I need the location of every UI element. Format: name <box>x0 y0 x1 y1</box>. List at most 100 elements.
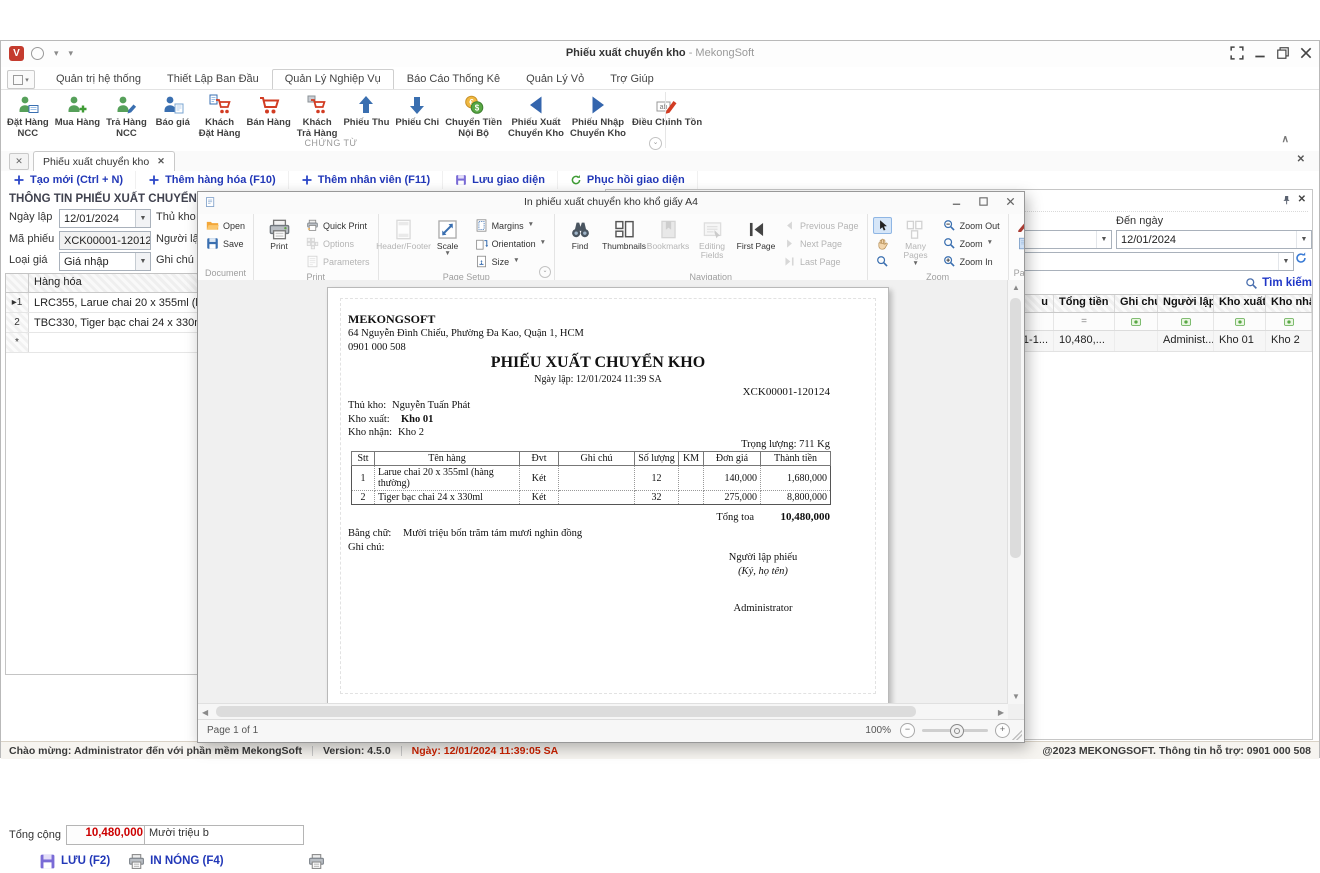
results-grid-filter-cell[interactable] <box>1266 313 1312 330</box>
chevron-down-icon[interactable]: ▼ <box>135 253 150 270</box>
dialog-maximize-icon[interactable] <box>978 196 989 207</box>
form-combo-1[interactable]: 12/01/2024▼ <box>59 209 151 228</box>
ribbon-button-8[interactable]: Phiếu Thu <box>340 91 392 129</box>
chevron-down-icon[interactable]: ▼ <box>1096 231 1111 248</box>
dialog-close-icon[interactable] <box>1005 196 1016 207</box>
collapse-ribbon-icon[interactable]: ∧ <box>1282 134 1289 145</box>
ribbon-button-1[interactable]: Đặt Hàng NCC <box>4 91 52 140</box>
toolbar-button-first-page[interactable]: First Page <box>734 216 778 271</box>
main-content: THÔNG TIN PHIẾU XUẤT CHUYỂN KHO Ngày lập… <box>1 189 1319 741</box>
zoom-slider[interactable] <box>922 729 988 732</box>
to-date-picker[interactable]: 12/01/2024 ▼ <box>1116 230 1312 249</box>
ribbon-button-6[interactable]: Bán Hàng <box>243 91 293 129</box>
scroll-down-icon[interactable]: ▼ <box>1012 692 1020 701</box>
toolbar-button-hand[interactable] <box>873 235 892 252</box>
resize-grip[interactable] <box>1012 730 1022 740</box>
zoom-slider-knob[interactable] <box>950 724 964 738</box>
ribbon-button-7[interactable]: Khách Trả Hàng <box>294 91 341 140</box>
results-grid-filter-cell[interactable] <box>1214 313 1266 330</box>
toolbar-button-orientation[interactable]: Orientation▼ <box>472 235 549 252</box>
toolbar-button-pointer[interactable] <box>873 217 892 234</box>
ribbon-tab-5[interactable]: Quản Lý Vỏ <box>513 69 597 89</box>
panel-close-icon[interactable]: ✕ <box>1298 194 1306 205</box>
ribbon-tab-2[interactable]: Thiết Lập Ban Đầu <box>154 69 272 89</box>
restore-button[interactable] <box>1276 47 1290 59</box>
pin-icon[interactable] <box>1281 195 1292 206</box>
ribbon-tab-4[interactable]: Báo Cáo Thống Kê <box>394 69 513 89</box>
horizontal-scroll-thumb[interactable] <box>216 706 916 717</box>
doc-note-label: Ghi chú: <box>348 542 384 553</box>
linkbar-item-1[interactable]: Tạo mới (Ctrl + N) <box>1 171 136 189</box>
ribbon-button-3[interactable]: Trả Hàng NCC <box>103 91 150 140</box>
results-grid-header[interactable]: Tổng tiền <box>1054 295 1115 312</box>
toolbar-button-save[interactable]: Save <box>203 235 248 252</box>
chevron-down-icon[interactable]: ▼ <box>1296 231 1311 248</box>
minimize-button[interactable] <box>1253 47 1267 59</box>
toolbar-button-zoom-in[interactable]: Zoom In <box>940 253 1003 270</box>
ribbon-tab-3[interactable]: Quản Lý Nghiệp Vụ <box>272 69 394 89</box>
app-menu-button[interactable]: ▾ <box>7 70 35 89</box>
document-tab-active[interactable]: Phiếu xuất chuyển kho ✕ <box>33 151 175 171</box>
ribbon-group-launcher-icon[interactable]: ⌄ <box>649 137 662 150</box>
action-button-1[interactable]: LƯU (F2) <box>39 853 110 870</box>
document-tab-close-icon[interactable]: ✕ <box>157 156 165 167</box>
ribbon-button-13[interactable]: abĐiều Chỉnh Tồn <box>629 91 705 129</box>
ribbon-button-11[interactable]: Phiếu Xuất Chuyển Kho <box>505 91 567 140</box>
toolbar-button-size[interactable]: Size▼ <box>472 253 549 270</box>
results-grid-header[interactable]: Ghi chú <box>1115 295 1158 312</box>
toolbar-button-pagecolor[interactable] <box>1014 235 1024 252</box>
form-input-2[interactable]: XCK00001-120124 <box>59 231 151 250</box>
zoom-out-icon[interactable]: − <box>900 723 915 738</box>
ribbon-button-5[interactable]: Khách Đặt Hàng <box>196 91 244 140</box>
toolbar-button-print[interactable]: Print <box>257 216 301 271</box>
ribbon-button-12[interactable]: Phiếu Nhập Chuyển Kho <box>567 91 629 140</box>
scroll-up-icon[interactable]: ▲ <box>1012 283 1020 292</box>
refresh-icon[interactable] <box>1294 251 1308 265</box>
chevron-down-icon[interactable]: ▼ <box>135 210 150 227</box>
toolbar-button-margins[interactable]: Margins▼ <box>472 217 549 234</box>
ribbon-button-10[interactable]: €$Chuyển Tiền Nội Bộ <box>442 91 505 140</box>
linkbar-item-5[interactable]: Phục hồi giao diện <box>558 171 698 189</box>
results-grid-header[interactable]: Người lập <box>1158 295 1214 312</box>
ribbon-button-4[interactable]: Báo giá <box>150 91 196 129</box>
group-launcher-icon[interactable]: ⌄ <box>539 266 551 278</box>
toolbar-button-watermark[interactable]: ▼ <box>1014 217 1024 234</box>
toolbar-button-scale[interactable]: Scale▼ <box>426 216 470 271</box>
toolbar-button-quick-print[interactable]: Quick Print <box>303 217 373 234</box>
toolbar-button-open[interactable]: Open <box>203 217 248 234</box>
action-button-2[interactable]: IN NÓNG (F4) <box>128 853 223 870</box>
linkbar-item-4[interactable]: Lưu giao diện <box>443 171 558 189</box>
doc-table-cell: Két <box>520 466 559 491</box>
tabstrip-close-right-icon[interactable]: ✕ <box>1297 154 1305 165</box>
toolbar-button-find[interactable]: Find <box>558 216 602 271</box>
linkbar-item-3[interactable]: Thêm nhân viên (F11) <box>289 171 443 189</box>
zoom-in-icon[interactable]: + <box>995 723 1010 738</box>
fullscreen-button[interactable] <box>1230 47 1244 59</box>
linkbar-item-2[interactable]: Thêm hàng hóa (F10) <box>136 171 289 189</box>
close-button[interactable] <box>1299 47 1313 59</box>
toolbar-button-zoom[interactable]: Zoom▼ <box>940 235 1003 252</box>
search-button[interactable]: Tìm kiếm <box>1228 274 1312 292</box>
toolbar-button-thumbnails[interactable]: Thumbnails <box>602 216 646 271</box>
ribbon-button-9[interactable]: Phiếu Chi <box>392 91 442 129</box>
chevron-down-icon[interactable]: ▼ <box>1278 253 1293 270</box>
scroll-left-icon[interactable]: ◀ <box>202 708 208 717</box>
ribbon-tab-6[interactable]: Trợ Giúp <box>597 69 666 89</box>
results-grid-filter-cell[interactable] <box>1115 313 1158 330</box>
results-grid-filter-cell[interactable] <box>1158 313 1214 330</box>
results-grid-filter-cell[interactable]: = <box>1054 313 1115 330</box>
vertical-scroll-thumb[interactable] <box>1010 298 1021 558</box>
tabstrip-close-icon[interactable]: ✕ <box>9 153 29 170</box>
vertical-scrollbar[interactable]: ▲ ▼ <box>1007 280 1024 704</box>
ribbon-button-2[interactable]: Mua Hàng <box>52 91 103 129</box>
scroll-right-icon[interactable]: ▶ <box>998 708 1004 717</box>
dialog-minimize-icon[interactable] <box>951 196 962 207</box>
ribbon-tab-1[interactable]: Quản trị hệ thống <box>43 69 154 89</box>
form-combo-3[interactable]: Giá nhập▼ <box>59 252 151 271</box>
results-grid-header[interactable]: Kho nhận <box>1266 295 1312 312</box>
action-button-3[interactable] <box>308 853 325 870</box>
toolbar-button-zoom-out[interactable]: Zoom Out <box>940 217 1003 234</box>
results-grid-header[interactable]: Kho xuất <box>1214 295 1266 312</box>
horizontal-scrollbar[interactable]: ◀ ▶ <box>198 703 1008 720</box>
toolbar-button-magnifier[interactable] <box>873 253 892 270</box>
